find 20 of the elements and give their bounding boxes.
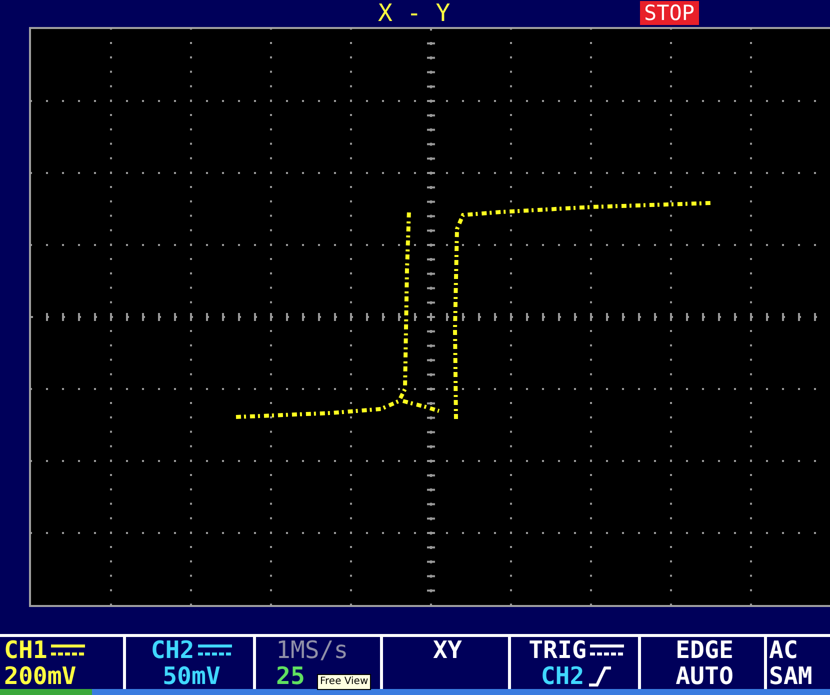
status-label: XY [433, 636, 462, 663]
screen-title: X - Y [378, 0, 452, 26]
status-value: CH2 [540, 662, 584, 689]
status-label: TRIG [528, 636, 586, 663]
dc-coupling-icon [590, 642, 624, 657]
status-value: 200mV [4, 662, 76, 689]
status-label: CH2 [150, 636, 194, 663]
dc-coupling-icon [51, 642, 86, 657]
status-value: 50mV [162, 662, 220, 689]
rising-edge-icon [588, 664, 612, 687]
tooltip: Free View [317, 674, 372, 690]
status-value: SAM [769, 662, 812, 689]
status-value: AUTO [676, 662, 734, 689]
status-label: EDGE [676, 636, 734, 663]
status-label: CH1 [4, 636, 48, 663]
status-value: 25 [276, 662, 305, 689]
dc-coupling-icon [198, 642, 232, 657]
run-state-badge[interactable]: STOP [640, 1, 699, 26]
status-label: AC [769, 636, 798, 663]
status-label: 1MS/s [276, 636, 348, 663]
